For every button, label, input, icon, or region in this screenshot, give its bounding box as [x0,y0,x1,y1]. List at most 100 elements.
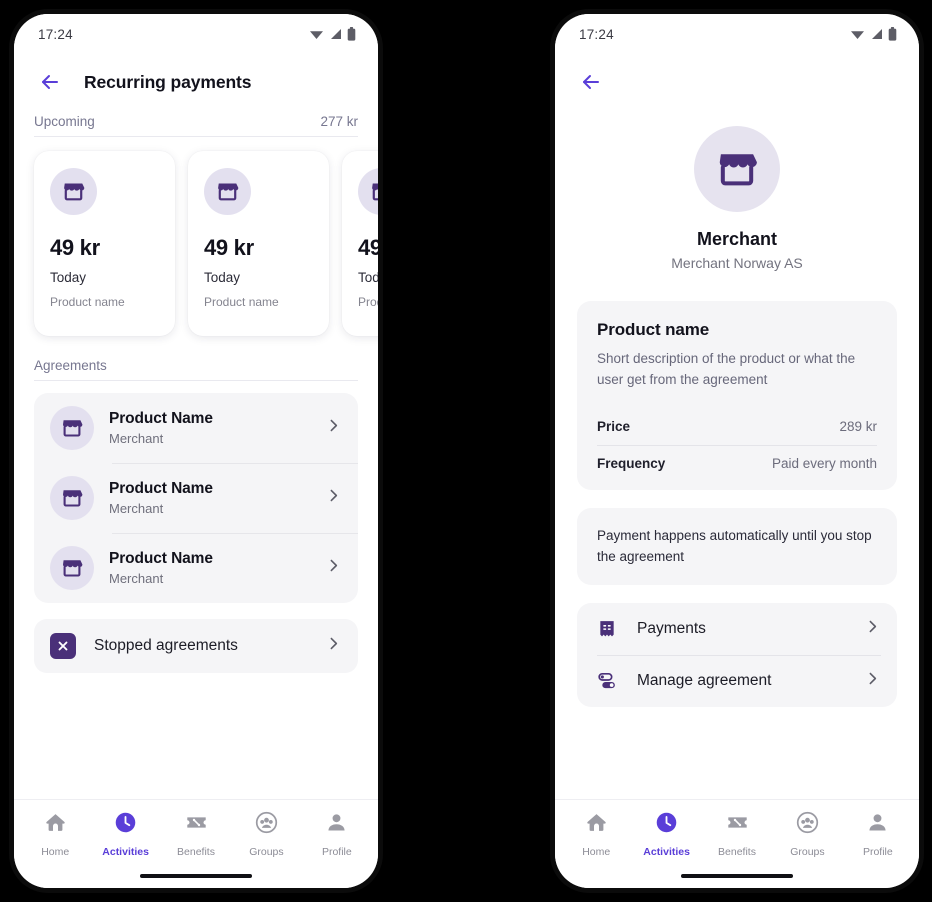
actions-list: Payments Manage agreement [577,603,897,708]
upcoming-card-product: Product name [50,295,125,309]
list-item-text: Product Name Merchant [109,480,310,516]
bottom-navigation: Home Activities Benefits Groups Profile [555,799,919,864]
list-item[interactable]: Product Name Merchant [34,533,358,603]
avatar [50,546,94,590]
shop-icon [63,490,83,507]
agreements-section-header: Agreements [14,348,378,380]
detail-value: 289 kr [839,419,877,435]
product-details: Price 289 kr Frequency Paid every month [597,408,877,482]
list-item-title: Product Name [109,550,213,567]
shop-icon [372,183,378,201]
upcoming-card-amount: 49 kr [358,235,378,260]
nav-item-activities[interactable]: Activities [90,811,160,858]
clock-icon [114,811,137,839]
stopped-agreements-row[interactable]: Stopped agreements [34,619,358,673]
upcoming-card-when: Today [204,270,241,285]
upcoming-card[interactable]: 49 kr Today Product name [188,151,329,336]
product-description: Short description of the product or what… [597,351,856,387]
list-item-subtitle: Merchant [109,501,164,516]
nav-label: Activities [102,846,149,858]
nav-item-profile[interactable]: Profile [843,811,913,858]
shop-icon [218,183,239,201]
people-icon [255,811,278,839]
upcoming-cards-carousel[interactable]: 49 kr Today Product name 49 kr Today Pro… [14,137,378,348]
home-indicator [555,864,919,888]
nav-item-benefits[interactable]: Benefits [161,811,231,858]
nav-label: Groups [790,846,825,858]
action-label: Manage agreement [637,672,772,690]
toggles-icon [597,671,619,691]
upcoming-card-product: Product name [358,295,378,309]
status-bar: 17:24 [555,14,919,54]
clock-icon [655,811,678,839]
upcoming-label: Upcoming [34,114,95,129]
upcoming-card-product: Product name [204,295,279,309]
action-row-manage-agreement[interactable]: Manage agreement [577,655,897,707]
status-bar-clock: 17:24 [579,26,614,42]
merchant-name: Merchant [696,229,777,249]
list-item-title: Product Name [109,480,213,497]
home-indicator-bar [681,874,793,878]
screenshot-stage: 17:24 Recurring payments Upcoming 277 kr… [0,0,932,902]
list-item-text: Product Name Merchant [109,550,310,586]
merchant-header: Merchant Merchant Norway AS [555,104,919,279]
home-indicator-bar [140,874,252,878]
detail-value: Paid every month [771,456,877,472]
nav-item-home[interactable]: Home [20,811,90,858]
stopped-agreements-label: Stopped agreements [94,637,238,654]
nav-label: Groups [249,846,284,858]
avatar [204,168,251,215]
nav-label: Benefits [718,846,756,858]
chevron-right-icon[interactable] [325,557,342,579]
back-arrow-icon[interactable] [579,70,603,94]
agreements-label: Agreements [34,358,107,373]
list-item-subtitle: Merchant [109,431,164,446]
avatar [50,406,94,450]
status-bar-clock: 17:24 [38,26,73,42]
list-item-title: Product Name [109,410,213,427]
upcoming-card[interactable]: 49 kr Today Product name [34,151,175,336]
action-label: Payments [637,620,706,638]
upcoming-total: 277 kr [320,114,358,129]
upcoming-section-header: Upcoming 277 kr [14,104,378,136]
status-bar-icons [850,27,897,41]
chevron-right-icon[interactable] [325,487,342,509]
screen-recurring-payments: 17:24 Recurring payments Upcoming 277 kr… [14,14,378,888]
wifi-icon [850,28,865,40]
shop-icon [63,420,83,437]
screen-agreement-detail: 17:24 Merchant Merchant Norway AS Produc… [555,14,919,888]
shop-icon [63,560,83,577]
avatar [358,168,378,215]
chevron-right-icon[interactable] [325,417,342,439]
status-bar-icons [309,27,356,41]
top-bar: Recurring payments [14,54,378,104]
nav-item-home[interactable]: Home [561,811,631,858]
chevron-right-icon[interactable] [864,670,881,692]
list-item[interactable]: Product Name Merchant [34,393,358,463]
list-item-subtitle: Merchant [109,571,164,586]
back-arrow-icon[interactable] [38,70,62,94]
merchant-avatar [694,126,780,212]
nav-item-benefits[interactable]: Benefits [702,811,772,858]
list-item[interactable]: Product Name Merchant [34,463,358,533]
ticket-percent-icon [185,811,208,839]
people-icon [796,811,819,839]
nav-item-groups[interactable]: Groups [772,811,842,858]
avatar [50,476,94,520]
nav-item-profile[interactable]: Profile [302,811,372,858]
nav-label: Home [41,846,70,858]
upcoming-card-when: Today [358,270,378,285]
action-row-payments[interactable]: Payments [577,603,897,655]
shop-icon [64,183,85,201]
detail-key: Price [597,419,631,435]
chevron-right-icon[interactable] [325,635,342,657]
upcoming-card[interactable]: 49 kr Today Product name [342,151,378,336]
divider [34,380,358,381]
nav-item-groups[interactable]: Groups [231,811,301,858]
chevron-right-icon[interactable] [864,618,881,640]
nav-item-activities[interactable]: Activities [631,811,701,858]
top-bar [555,54,919,104]
avatar [50,168,97,215]
